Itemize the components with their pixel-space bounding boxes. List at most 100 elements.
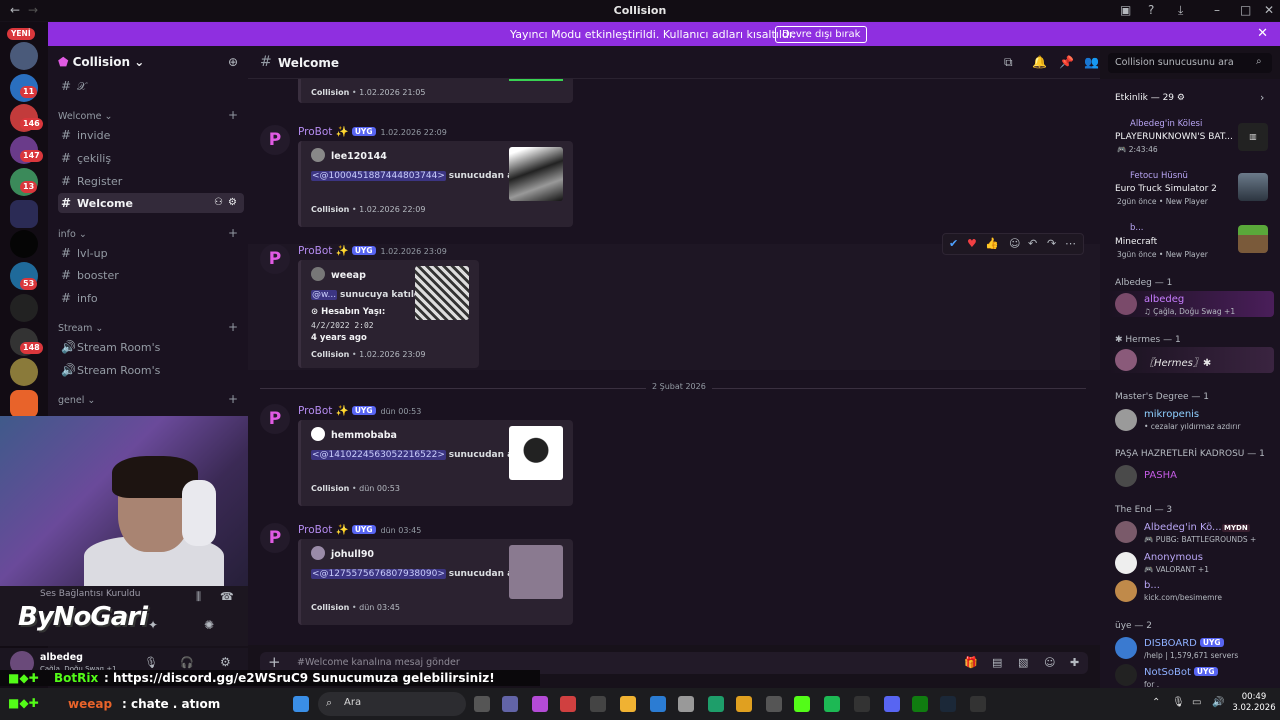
member-name[interactable]: NotSoBot UYG — [1144, 667, 1218, 678]
more-icon[interactable]: ⋯ — [1065, 237, 1076, 250]
app-icon[interactable] — [766, 696, 782, 712]
voice-channel-stream-2[interactable]: 🔊Stream Room's — [58, 360, 244, 380]
channel-welcome[interactable]: # Welcome ⚇ ⚙ — [58, 193, 244, 213]
spotify-icon[interactable] — [824, 696, 840, 712]
verified-reaction-icon[interactable]: ✔ — [949, 237, 958, 250]
thumbs-up-reaction-icon[interactable]: 👍 — [985, 237, 999, 250]
steam-icon[interactable] — [940, 696, 956, 712]
server-icon[interactable] — [10, 390, 38, 418]
gift-icon[interactable]: 🎁 — [964, 656, 978, 669]
avatar[interactable] — [1115, 465, 1137, 487]
message-author[interactable]: ProBot ✨ UYG dün 03:45 — [298, 523, 421, 536]
server-icon[interactable] — [10, 230, 38, 258]
threads-icon[interactable]: ⧉ — [1004, 55, 1013, 70]
add-friend-icon[interactable]: ⊕ — [228, 55, 238, 69]
embed-thumbnail[interactable] — [509, 147, 563, 201]
heart-reaction-icon[interactable]: ♥ — [967, 237, 977, 250]
channel-cekilis[interactable]: # çekiliş — [58, 148, 244, 168]
activity-user[interactable]: Fetocu Hüsnü — [1130, 171, 1188, 181]
server-name-dropdown[interactable]: ⬟ Collision ⌄ — [58, 55, 144, 69]
inbox-icon[interactable]: ▣ — [1120, 3, 1131, 17]
bell-icon[interactable]: 🔔 — [1032, 55, 1047, 69]
embed-thumbnail[interactable] — [509, 426, 563, 480]
avatar[interactable]: P — [260, 404, 290, 434]
channel-top[interactable]: # 𝒳 — [58, 76, 244, 96]
disable-streamer-mode-button[interactable]: Devre dışı bırak — [775, 26, 868, 43]
member-name[interactable]: PASHA — [1144, 470, 1177, 481]
add-reaction-icon[interactable]: ☺ — [1009, 237, 1020, 250]
member-name[interactable]: Albedeg'in Kö... — [1144, 522, 1222, 533]
add-channel-icon[interactable]: + — [228, 320, 238, 334]
message-author[interactable]: ProBot ✨ UYG 1.02.2026 23:09 — [298, 244, 447, 257]
xbox-icon[interactable] — [912, 696, 928, 712]
taskbar-search[interactable]: ⌕ Ara — [318, 692, 466, 716]
category-welcome[interactable]: Welcome ⌄ — [58, 111, 112, 122]
kick-app-icon[interactable] — [794, 696, 810, 712]
edge-icon[interactable] — [708, 696, 724, 712]
category-genel[interactable]: genel ⌄ — [58, 395, 95, 406]
avatar[interactable] — [1115, 664, 1137, 686]
gear-icon[interactable]: ⚙ — [228, 193, 237, 213]
message-author[interactable]: ProBot ✨ UYG 1.02.2026 22:09 — [298, 125, 447, 138]
channel-booster[interactable]: # booster — [58, 265, 244, 285]
activity-header[interactable]: Etkinlik — 29 ⚙ — [1115, 93, 1185, 103]
gear-icon[interactable]: ⚙ — [220, 655, 231, 669]
attach-plus-icon[interactable]: + — [268, 653, 281, 671]
volume-icon[interactable]: 🔊 — [1212, 697, 1224, 708]
help-icon[interactable]: ? — [1148, 3, 1154, 17]
member-name[interactable]: mikropenis — [1144, 409, 1199, 420]
activity-user[interactable]: b... — [1130, 223, 1144, 233]
terminal-icon[interactable] — [970, 696, 986, 712]
maximize-icon[interactable]: □ — [1240, 3, 1251, 17]
gif-icon[interactable]: ▤ — [992, 656, 1002, 669]
apps-icon[interactable]: ✚ — [1070, 656, 1079, 669]
member-name[interactable]: Anonymous — [1144, 552, 1203, 563]
forward-icon[interactable]: ↷ — [1047, 237, 1056, 250]
channel-register[interactable]: # Register — [58, 171, 244, 191]
channel-info[interactable]: # info — [58, 288, 244, 308]
discord-icon[interactable] — [884, 696, 900, 712]
sticker-icon[interactable]: ▧ — [1018, 656, 1028, 669]
chevron-right-icon[interactable]: › — [1260, 91, 1264, 104]
member-row[interactable]: albedeg ♫ Çağla, Doğu Swag +1 — [1108, 291, 1274, 317]
microphone-icon[interactable]: 🎙 — [144, 656, 158, 669]
fortnite-server-icon[interactable] — [10, 200, 38, 228]
avatar[interactable] — [1115, 637, 1137, 659]
member-name[interactable]: b... — [1144, 580, 1160, 591]
avatar[interactable] — [1115, 521, 1137, 543]
category-stream[interactable]: Stream ⌄ — [58, 323, 103, 334]
add-channel-icon[interactable]: + — [228, 108, 238, 122]
server-icon[interactable] — [10, 294, 38, 322]
mic-tray-icon[interactable]: 🎙 — [1172, 697, 1185, 708]
embed-thumbnail[interactable] — [415, 266, 469, 320]
teams-icon[interactable] — [502, 696, 518, 712]
taskbar-clock[interactable]: 00:49 3.02.2026 — [1230, 692, 1278, 714]
add-channel-icon[interactable]: + — [228, 392, 238, 406]
minimize-icon[interactable]: – — [1214, 3, 1220, 17]
voice-channel-stream-1[interactable]: 🔊Stream Room's — [58, 337, 244, 357]
member-row[interactable]: 〖Hermes〗✱ — [1108, 347, 1274, 373]
chrome-icon[interactable] — [736, 696, 752, 712]
activity-user[interactable]: Albedeg'in Kölesi — [1130, 119, 1202, 129]
reply-icon[interactable]: ↶ — [1028, 237, 1037, 250]
server-icon[interactable] — [10, 42, 38, 70]
channel-lvl-up[interactable]: # lvl-up — [58, 243, 244, 263]
avatar[interactable] — [1115, 409, 1137, 431]
app-icon[interactable] — [854, 696, 870, 712]
close-window-icon[interactable]: ✕ — [1264, 3, 1274, 17]
activities-icon[interactable]: ✦ — [148, 618, 158, 632]
message-input[interactable]: #Welcome kanalına mesaj gönder — [297, 657, 460, 668]
avatar[interactable]: P — [260, 244, 290, 274]
disconnect-icon[interactable]: ☎ — [220, 590, 234, 603]
server-icon[interactable] — [10, 358, 38, 386]
copilot-icon[interactable] — [532, 696, 548, 712]
tray-chevron-icon[interactable]: ⌃ — [1152, 697, 1160, 708]
avatar[interactable] — [1115, 552, 1137, 574]
pin-icon[interactable]: 📌 — [1059, 55, 1074, 69]
network-icon[interactable]: ▭ — [1192, 697, 1201, 708]
store-icon[interactable] — [678, 696, 694, 712]
avatar[interactable]: P — [260, 523, 290, 553]
windows-start-icon[interactable] — [293, 696, 309, 712]
mail-icon[interactable] — [650, 696, 666, 712]
app-icon[interactable] — [590, 696, 606, 712]
